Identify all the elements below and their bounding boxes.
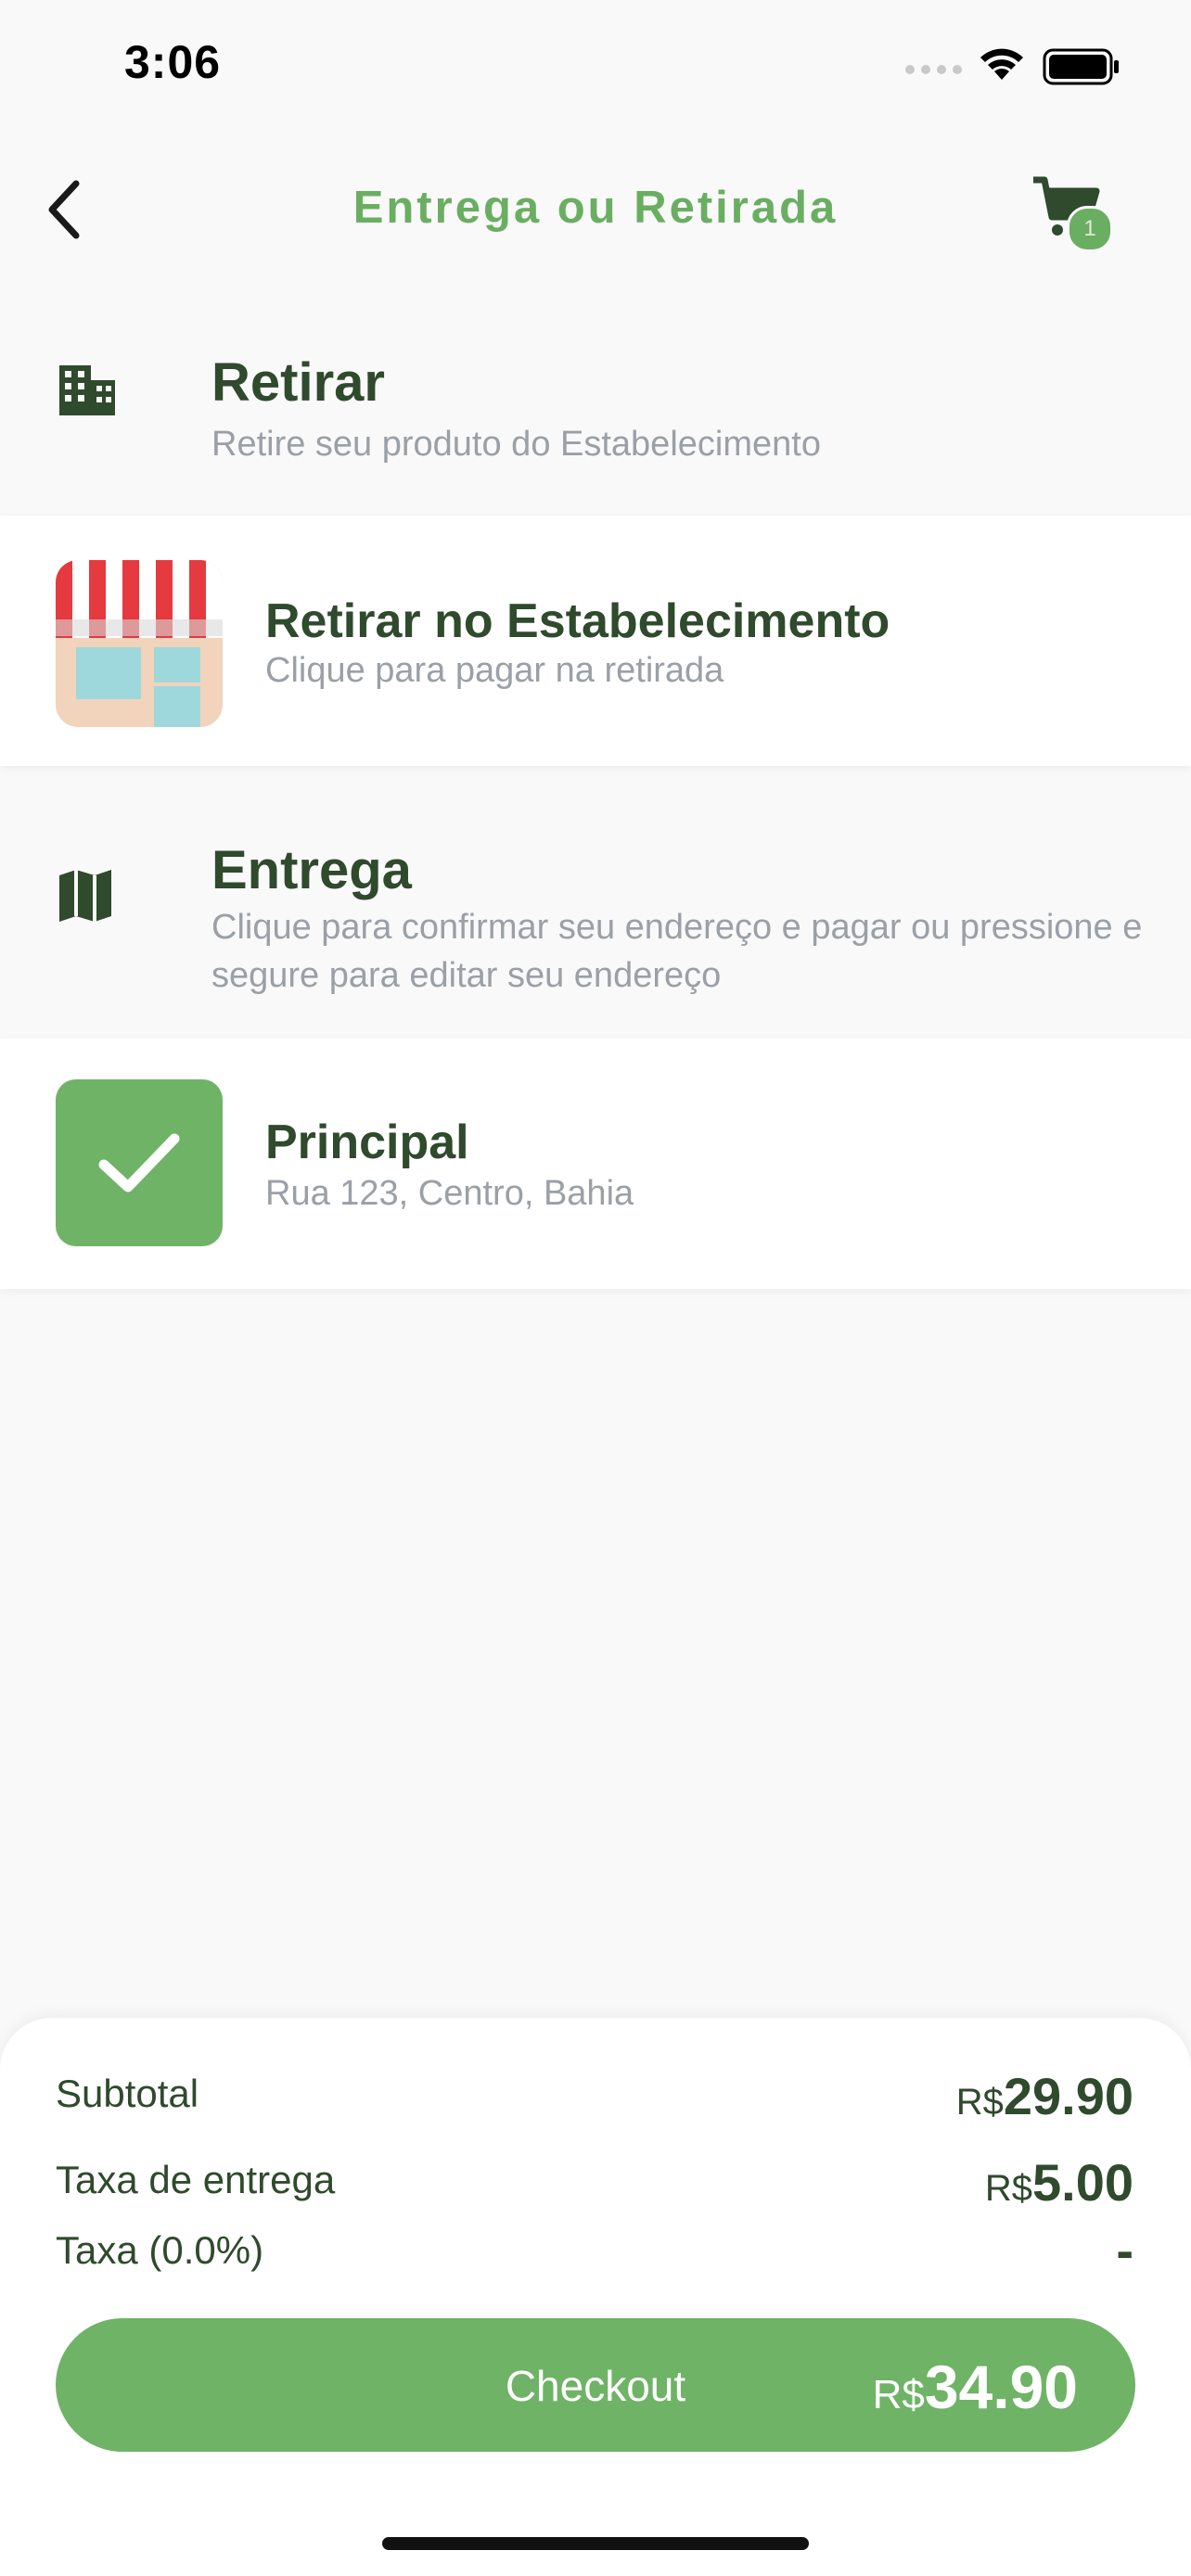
- battery-icon: [1043, 48, 1119, 85]
- pickup-section-subtitle: Retire seu produto do Estabelecimento: [211, 425, 821, 464]
- order-summary-panel: Subtotal R$29.90 Taxa de entrega R$5.00 …: [0, 2018, 1191, 2576]
- checkout-button[interactable]: Checkout R$34.90: [56, 2318, 1135, 2452]
- subtotal-value: R$29.90: [955, 2067, 1133, 2125]
- delivery-section-title: Entrega: [211, 840, 412, 900]
- tax-value: -: [1116, 2221, 1133, 2279]
- pickup-section-title: Retirar: [211, 352, 385, 413]
- pickup-option-card[interactable]: Retirar no Estabelecimento Clique para p…: [0, 516, 1191, 766]
- cart-button[interactable]: 1: [1020, 167, 1122, 260]
- building-icon: [59, 365, 115, 415]
- delivery-fee-value: R$5.00: [984, 2153, 1133, 2212]
- status-time: 3:06: [124, 36, 222, 88]
- pickup-section-header: Retirar Retire seu produto do Estabeleci…: [0, 343, 1191, 510]
- store-icon: [56, 560, 223, 727]
- page-title: Entrega ou Retirada: [352, 183, 839, 233]
- cellular-signal-icon: [905, 65, 962, 74]
- pickup-option-title: Retirar no Estabelecimento: [265, 594, 890, 648]
- delivery-section-header: Entrega Clique para confirmar seu endere…: [0, 831, 1191, 1016]
- tax-label: Taxa (0.0%): [56, 2228, 264, 2272]
- home-indicator[interactable]: [382, 2537, 809, 2550]
- delivery-section-subtitle: Clique para confirmar seu endereço e pag…: [211, 908, 1143, 995]
- wifi-icon: [980, 48, 1023, 80]
- map-icon: [59, 870, 111, 922]
- delivery-fee-label: Taxa de entrega: [56, 2158, 336, 2201]
- pickup-option-subtitle: Clique para pagar na retirada: [265, 651, 724, 690]
- cart-badge: 1: [1067, 206, 1113, 252]
- selected-checkbox: [56, 1079, 223, 1246]
- delivery-address-card[interactable]: Principal Rua 123, Centro, Bahia: [0, 1039, 1191, 1289]
- subtotal-label: Subtotal: [56, 2072, 199, 2115]
- checkmark-icon: [98, 1133, 180, 1192]
- checkout-total: R$34.90: [872, 2353, 1078, 2421]
- address-title: Principal: [265, 1116, 469, 1169]
- address-subtitle: Rua 123, Centro, Bahia: [265, 1174, 634, 1213]
